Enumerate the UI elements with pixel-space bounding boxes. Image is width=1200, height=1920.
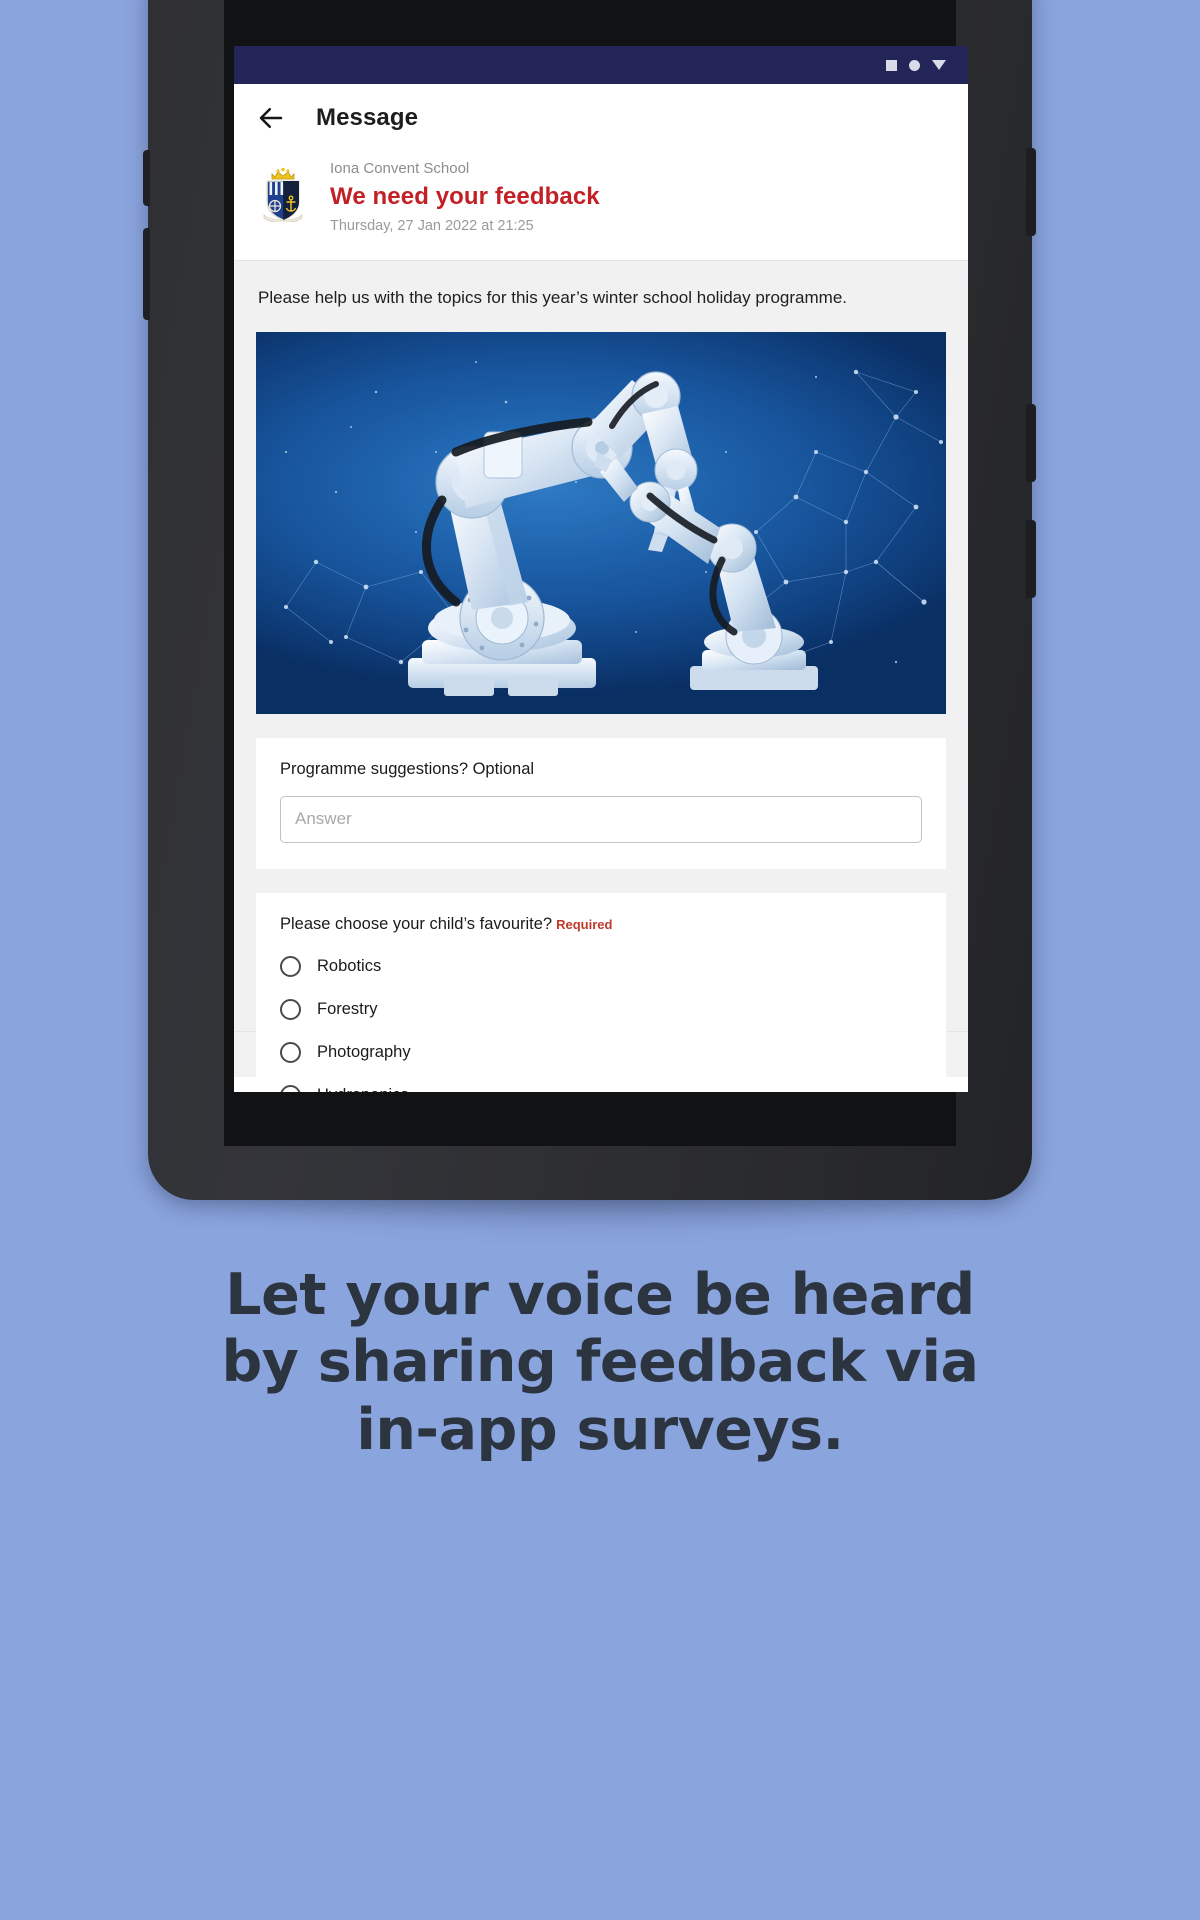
- message-hero-image: [256, 331, 946, 714]
- radio-option-forestry[interactable]: Forestry: [280, 994, 922, 1026]
- message-timestamp: Thursday, 27 Jan 2022 at 21:25: [330, 218, 534, 234]
- device-side-button-left-2: [143, 228, 150, 320]
- question-card-radio: Please choose your child’s favourite? Req…: [256, 892, 946, 1092]
- circle-icon: [909, 59, 920, 71]
- question-label-required: Please choose your child’s favourite? Req…: [280, 915, 922, 934]
- android-status-bar: [234, 46, 968, 84]
- device-screen: Message Iona Convent School We need your…: [234, 46, 968, 1092]
- message-sender: Iona Convent School: [330, 160, 470, 177]
- radio-option-hydroponics[interactable]: Hydroponics: [280, 1080, 922, 1092]
- message-body-text: Please help us with the topics for this …: [258, 288, 847, 307]
- tablet-device: Message Iona Convent School We need your…: [0, 0, 1200, 1240]
- radio-label: Robotics: [317, 957, 382, 976]
- message-content-area[interactable]: Please help us with the topics for this …: [234, 261, 968, 1092]
- back-arrow-icon[interactable]: [256, 103, 286, 133]
- caption-line-1: Let your voice be heard: [225, 1262, 975, 1328]
- robot-arm-secondary: [594, 451, 818, 690]
- promo-caption: Let your voice be heard by sharing feedb…: [0, 1262, 1200, 1464]
- message-subject: We need your feedback: [330, 183, 600, 210]
- radio-option-robotics[interactable]: Robotics: [280, 951, 922, 983]
- square-icon: [886, 59, 897, 71]
- radio-circle-icon[interactable]: [280, 1085, 301, 1092]
- answer-input[interactable]: [280, 795, 922, 843]
- question-label: Programme suggestions? Optional: [280, 759, 535, 778]
- device-side-button-right-2: [1026, 404, 1036, 482]
- radio-label: Hydroponics: [317, 1086, 409, 1092]
- app-bar: Message: [234, 84, 968, 152]
- triangle-down-icon: [932, 60, 946, 70]
- radio-circle-icon[interactable]: [280, 956, 301, 978]
- device-side-button-left-1: [143, 150, 150, 206]
- radio-option-photography[interactable]: Photography: [280, 1037, 922, 1069]
- school-crest-avatar: [258, 166, 308, 223]
- radio-circle-icon[interactable]: [280, 1042, 301, 1064]
- radio-label: Forestry: [317, 1000, 378, 1019]
- radio-label: Photography: [317, 1043, 411, 1062]
- message-header: Iona Convent School We need your feedbac…: [234, 152, 968, 260]
- required-badge: Required: [556, 916, 613, 932]
- radio-circle-icon[interactable]: [280, 999, 301, 1021]
- caption-line-2: by sharing feedback via: [221, 1329, 979, 1396]
- page-title: Message: [316, 104, 419, 131]
- question-text: Please choose your child’s favourite?: [280, 914, 553, 933]
- question-card-text: Programme suggestions? Optional: [256, 737, 946, 869]
- device-side-button-right-1: [1026, 148, 1036, 236]
- caption-line-3: in-app surveys.: [356, 1396, 844, 1463]
- device-side-button-right-3: [1026, 520, 1036, 598]
